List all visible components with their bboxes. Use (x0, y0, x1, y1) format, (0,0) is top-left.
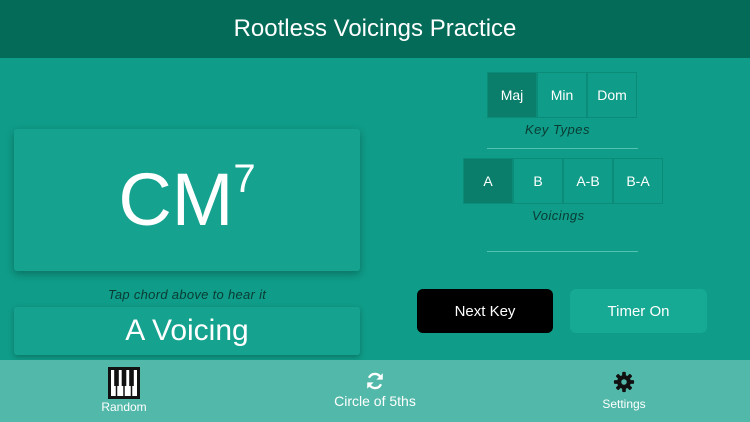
divider-bottom (487, 251, 638, 252)
chord-root: CM (118, 158, 234, 241)
voicing-b-a[interactable]: B-A (613, 158, 663, 204)
voicings-segmented-control: A B A-B B-A (463, 158, 663, 204)
tab-bar: Random Circle of 5ths Settings (0, 360, 750, 422)
chord-card[interactable]: CM7 (14, 129, 360, 271)
tab-settings-label: Settings (602, 397, 646, 411)
tab-settings[interactable]: Settings (584, 360, 664, 422)
chord-hint: Tap chord above to hear it (107, 287, 267, 302)
key-type-dom[interactable]: Dom (587, 72, 637, 118)
voicing-display-label: A Voicing (125, 314, 249, 347)
gear-icon (613, 371, 635, 393)
key-types-label: Key Types (525, 122, 590, 137)
tab-random-label: Random (101, 400, 147, 414)
tab-random[interactable]: Random (84, 360, 164, 422)
voicing-a-b[interactable]: A-B (563, 158, 613, 204)
timer-button[interactable]: Timer On (570, 289, 707, 333)
next-key-button[interactable]: Next Key (417, 289, 553, 333)
tab-circle-of-5ths[interactable]: Circle of 5ths (304, 360, 446, 422)
voicing-a[interactable]: A (463, 158, 513, 204)
title-bar: Rootless Voicings Practice (0, 0, 750, 58)
voicing-b[interactable]: B (513, 158, 563, 204)
key-type-maj[interactable]: Maj (487, 72, 537, 118)
divider-top (487, 148, 638, 149)
page-title: Rootless Voicings Practice (233, 15, 517, 42)
refresh-icon (367, 372, 383, 390)
key-type-min[interactable]: Min (537, 72, 587, 118)
voicings-label: Voicings (532, 208, 585, 223)
voicing-display: A Voicing (14, 307, 360, 355)
piano-icon (108, 367, 140, 399)
key-types-segmented-control: Maj Min Dom (487, 72, 637, 118)
chord-name: CM7 (118, 159, 255, 237)
tab-circle-label: Circle of 5ths (334, 393, 416, 409)
chord-extension: 7 (233, 157, 256, 201)
